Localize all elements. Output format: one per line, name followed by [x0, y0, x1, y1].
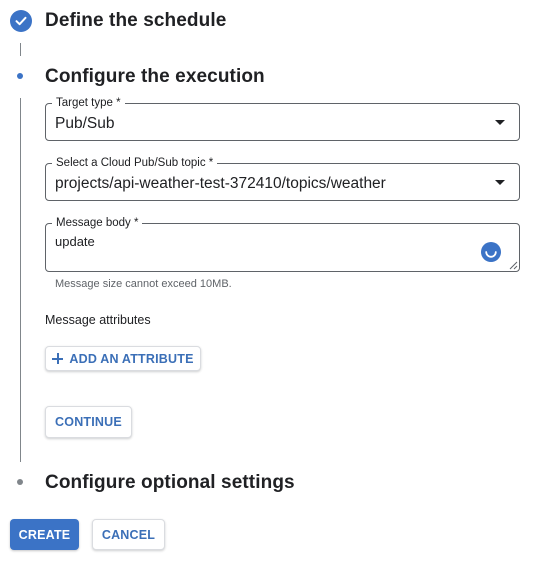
check-icon	[15, 16, 27, 26]
step-pending-dot-icon	[17, 479, 23, 485]
step-completed-check-icon	[10, 10, 32, 32]
target-type-select[interactable]: Target type * Pub/Sub	[45, 96, 520, 141]
step-content-rail	[20, 98, 21, 462]
create-label: CREATE	[18, 527, 71, 542]
loading-spinner-icon	[481, 242, 501, 262]
cancel-button[interactable]: CANCEL	[92, 519, 165, 550]
add-attribute-label: ADD AN ATTRIBUTE	[69, 351, 194, 366]
chevron-down-icon[interactable]	[495, 180, 505, 185]
pubsub-topic-select[interactable]: Select a Cloud Pub/Sub topic * projects/…	[45, 156, 520, 201]
pubsub-topic-value: projects/api-weather-test-372410/topics/…	[55, 175, 386, 192]
create-button[interactable]: CREATE	[10, 519, 79, 550]
step-title-define-schedule[interactable]: Define the schedule	[45, 10, 226, 32]
target-type-label: Target type *	[52, 96, 125, 110]
continue-button[interactable]: CONTINUE	[45, 406, 132, 438]
step-title-configure-execution[interactable]: Configure the execution	[45, 66, 265, 88]
add-attribute-button[interactable]: ADD AN ATTRIBUTE	[45, 346, 201, 371]
target-type-value: Pub/Sub	[55, 115, 115, 132]
pubsub-topic-label: Select a Cloud Pub/Sub topic *	[52, 156, 218, 170]
step-active-dot-icon	[17, 73, 23, 79]
message-size-hint: Message size cannot exceed 10MB.	[55, 278, 232, 290]
continue-label: CONTINUE	[55, 415, 122, 429]
chevron-down-icon[interactable]	[495, 120, 505, 125]
cancel-label: CANCEL	[101, 527, 156, 542]
plus-icon	[52, 353, 64, 364]
message-body-textarea[interactable]: Message body * update	[45, 216, 520, 272]
message-attributes-heading: Message attributes	[45, 313, 151, 327]
message-body-label: Message body *	[52, 216, 143, 230]
step-title-optional-settings[interactable]: Configure optional settings	[45, 472, 295, 494]
step-connector-line	[20, 43, 21, 56]
message-body-value[interactable]: update	[55, 234, 95, 250]
resize-handle-icon[interactable]	[509, 261, 518, 270]
